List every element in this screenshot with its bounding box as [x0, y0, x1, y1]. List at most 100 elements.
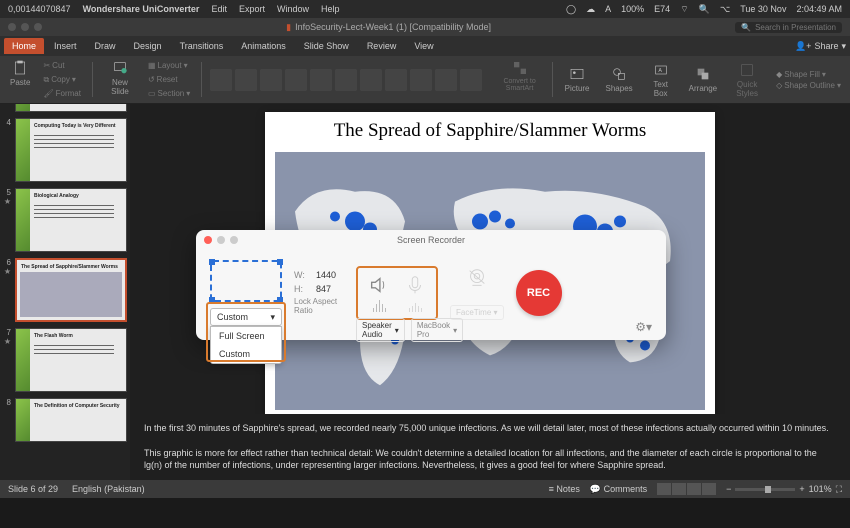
slide-thumb-7[interactable]: The Flash Worm: [15, 328, 127, 392]
comments-toggle[interactable]: 💬 Comments: [590, 484, 647, 495]
dimension-inputs: W:1440 H:847 Lock Aspect Ratio: [294, 270, 344, 316]
thumb-num: 5★: [3, 188, 11, 252]
zoom-minus-icon[interactable]: −: [726, 484, 731, 494]
slide-thumb-3[interactable]: [15, 104, 127, 112]
zoom-control[interactable]: − + 101% ⛶: [726, 484, 842, 495]
presentation-search[interactable]: 🔍 Search in Presentation: [735, 22, 842, 33]
width-label: W:: [294, 270, 308, 280]
arrange-label: Arrange: [689, 84, 717, 93]
layout-button[interactable]: ▦Layout▾: [145, 60, 193, 71]
tab-animations[interactable]: Animations: [233, 38, 294, 54]
new-slide-label: New Slide: [105, 78, 135, 96]
recorder-settings-button[interactable]: ⚙▾: [635, 320, 652, 334]
chevron-down-icon: ▾: [453, 326, 457, 335]
menu-help[interactable]: Help: [321, 4, 340, 14]
tab-view[interactable]: View: [406, 38, 441, 54]
wifi-icon: ⌔: [680, 4, 688, 15]
doc-title: InfoSecurity-Lect-Week1 (1) [Compatibili…: [295, 22, 491, 32]
speaker-audio-icon[interactable]: [368, 274, 390, 312]
mic-audio-icon[interactable]: [404, 274, 426, 312]
view-buttons[interactable]: [657, 483, 716, 495]
speaker-notes[interactable]: In the first 30 minutes of Sapphire's sp…: [130, 414, 850, 480]
picture-button[interactable]: Picture: [561, 64, 594, 95]
thumbnail-sidebar[interactable]: 4Computing Today is Very Different 5★Bio…: [0, 104, 130, 480]
control-center-icon[interactable]: ⌥: [720, 4, 730, 15]
app-name: Wondershare UniConverter: [83, 4, 200, 14]
camera-select[interactable]: FaceTime ▾: [450, 305, 504, 320]
ribbon-tabs: Home Insert Draw Design Transitions Anim…: [0, 36, 850, 56]
lock-aspect-label[interactable]: Lock Aspect Ratio: [294, 298, 344, 316]
shape-fill-button[interactable]: ◆Shape Fill▾: [773, 69, 844, 80]
search-icon[interactable]: 🔍: [699, 4, 710, 15]
mac-menubar: 0,00144070847 Wondershare UniConverter E…: [0, 0, 850, 18]
new-slide-button[interactable]: New Slide: [101, 58, 139, 101]
slide-thumb-8[interactable]: The Definition of Computer Security: [15, 398, 127, 442]
quickstyles-label: Quick Styles: [733, 80, 761, 98]
zoom-plus-icon[interactable]: +: [799, 484, 804, 494]
slide-thumb-5[interactable]: Biological Analogy: [15, 188, 127, 252]
arrange-button[interactable]: Arrange: [685, 64, 721, 95]
picture-label: Picture: [565, 84, 590, 93]
mic-select[interactable]: MacBook Pro▾: [411, 318, 463, 342]
fit-icon[interactable]: ⛶: [836, 484, 842, 495]
textbox-button[interactable]: AText Box: [645, 60, 677, 100]
mode-option-custom[interactable]: Custom: [211, 345, 281, 363]
share-icon: 👤+: [795, 41, 811, 52]
overlay-text: 0,00144070847: [8, 4, 71, 14]
recorder-title: Screen Recorder: [397, 235, 465, 245]
capture-area-preview[interactable]: [210, 260, 282, 302]
thumb-num: 7★: [3, 328, 11, 392]
language-indicator[interactable]: English (Pakistan): [72, 484, 145, 494]
tab-draw[interactable]: Draw: [87, 38, 124, 54]
speaker-select[interactable]: Speaker Audio▾: [356, 318, 405, 342]
capture-mode-menu: Full Screen Custom: [210, 326, 282, 364]
copy-button[interactable]: ⧉Copy▾: [40, 74, 84, 86]
capture-mode-dropdown[interactable]: Custom▾ Full Screen Custom: [210, 308, 282, 326]
ribbon: Paste ✂Cut ⧉Copy▾ 🖌Format New Slide ▦Lay…: [0, 56, 850, 104]
zoom-value: 101%: [809, 484, 832, 494]
slide-thumb-6[interactable]: The Spread of Sapphire/Slammer Worms: [15, 258, 127, 322]
traffic-lights[interactable]: [8, 23, 42, 31]
format-button[interactable]: 🖌Format: [40, 88, 84, 99]
tab-slideshow[interactable]: Slide Show: [296, 38, 357, 54]
thumb-num: 4: [3, 118, 11, 182]
paste-icon: [12, 60, 28, 76]
smartart-icon: [512, 60, 528, 76]
quickstyles-button[interactable]: Quick Styles: [729, 60, 765, 100]
reset-button[interactable]: ↺Reset: [145, 74, 193, 85]
recorder-titlebar: Screen Recorder: [196, 230, 666, 250]
share-label: Share: [814, 41, 838, 51]
paste-button[interactable]: Paste: [6, 58, 34, 101]
zoom-slider[interactable]: [735, 488, 795, 491]
recorder-traffic-lights[interactable]: [204, 236, 238, 244]
textbox-label: Text Box: [649, 80, 673, 98]
tab-review[interactable]: Review: [359, 38, 405, 54]
menu-window[interactable]: Window: [277, 4, 309, 14]
thumb-num: 6★: [3, 258, 11, 322]
record-button[interactable]: REC: [516, 270, 562, 316]
status-bar: Slide 6 of 29 English (Pakistan) ≡ Notes…: [0, 480, 850, 498]
menu-export[interactable]: Export: [239, 4, 265, 14]
webcam-icon[interactable]: FaceTime ▾: [450, 267, 504, 320]
menu-edit[interactable]: Edit: [211, 4, 227, 14]
section-button[interactable]: ▭Section▾: [145, 88, 193, 99]
shapes-button[interactable]: Shapes: [602, 64, 637, 95]
width-value[interactable]: 1440: [316, 270, 336, 280]
mode-option-fullscreen[interactable]: Full Screen: [211, 327, 281, 345]
height-value[interactable]: 847: [316, 284, 331, 294]
shapes-icon: [611, 66, 627, 82]
capture-mode-value: Custom: [217, 312, 248, 322]
slide-thumb-4[interactable]: Computing Today is Very Different: [15, 118, 127, 182]
chevron-down-icon: ▾: [270, 312, 275, 323]
share-button[interactable]: 👤+ Share ▾: [795, 41, 846, 52]
new-slide-icon: [112, 60, 128, 76]
cut-button[interactable]: ✂Cut: [40, 60, 84, 71]
tab-transitions[interactable]: Transitions: [172, 38, 232, 54]
tab-insert[interactable]: Insert: [46, 38, 85, 54]
tab-home[interactable]: Home: [4, 38, 44, 54]
notes-toggle[interactable]: ≡ Notes: [549, 484, 580, 494]
tab-design[interactable]: Design: [126, 38, 170, 54]
letter-icon: A: [605, 4, 611, 14]
convert-smartart-button[interactable]: Convert to SmartArt: [496, 58, 544, 101]
shape-outline-button[interactable]: ◇Shape Outline▾: [773, 80, 844, 91]
